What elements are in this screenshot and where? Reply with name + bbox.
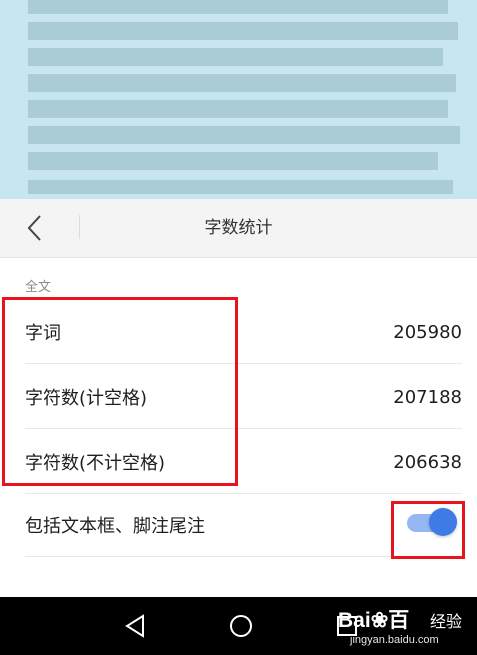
- stat-label: 字符数(计空格): [25, 388, 148, 409]
- nav-back-button[interactable]: [119, 610, 151, 642]
- row-divider: [25, 363, 462, 364]
- option-row-include-textbox: 包括文本框、脚注尾注: [25, 493, 462, 557]
- stat-value: 205980: [393, 321, 462, 343]
- page-title: 字数统计: [204, 218, 273, 238]
- stat-value: 206638: [393, 451, 462, 473]
- watermark-product: 经验: [430, 614, 463, 631]
- watermark-url: jingyan.baidu.com: [350, 634, 439, 646]
- stat-value: 207188: [393, 386, 462, 408]
- blurred-text-line: [28, 48, 443, 66]
- title-bar: 字数统计: [0, 199, 477, 258]
- blurred-text-line: [28, 0, 448, 14]
- section-label: 全文: [25, 280, 52, 295]
- blurred-text-line: [28, 180, 453, 194]
- row-divider: [25, 556, 462, 557]
- document-background: [0, 0, 477, 205]
- blurred-text-line: [28, 74, 456, 92]
- blurred-text-line: [28, 126, 460, 144]
- watermark-brand: Bai❀百: [338, 609, 410, 632]
- watermark-logo: Bai❀百 经验 jingyan.baidu.com: [338, 600, 473, 652]
- word-count-sheet: 字数统计 全文 字词 205980 字符数(计空格) 207188 字符数(不计…: [0, 199, 477, 597]
- stat-label: 字词: [25, 323, 61, 344]
- triangle-back-icon: [125, 614, 144, 638]
- include-textbox-toggle[interactable]: [405, 508, 457, 536]
- stat-row-words: 字词 205980: [25, 300, 462, 364]
- blurred-text-line: [28, 100, 448, 118]
- stat-row-chars-without-spaces: 字符数(不计空格) 206638: [25, 430, 462, 494]
- stat-label: 字符数(不计空格): [25, 453, 166, 474]
- circle-home-icon: [230, 615, 252, 637]
- row-divider: [25, 428, 462, 429]
- blurred-text-line: [28, 152, 438, 170]
- blurred-text-line: [28, 22, 458, 40]
- nav-home-button[interactable]: [225, 610, 257, 642]
- stat-row-chars-with-spaces: 字符数(计空格) 207188: [25, 365, 462, 429]
- option-label: 包括文本框、脚注尾注: [25, 516, 205, 537]
- toggle-knob: [429, 508, 457, 536]
- paw-icon: ❀: [370, 609, 389, 632]
